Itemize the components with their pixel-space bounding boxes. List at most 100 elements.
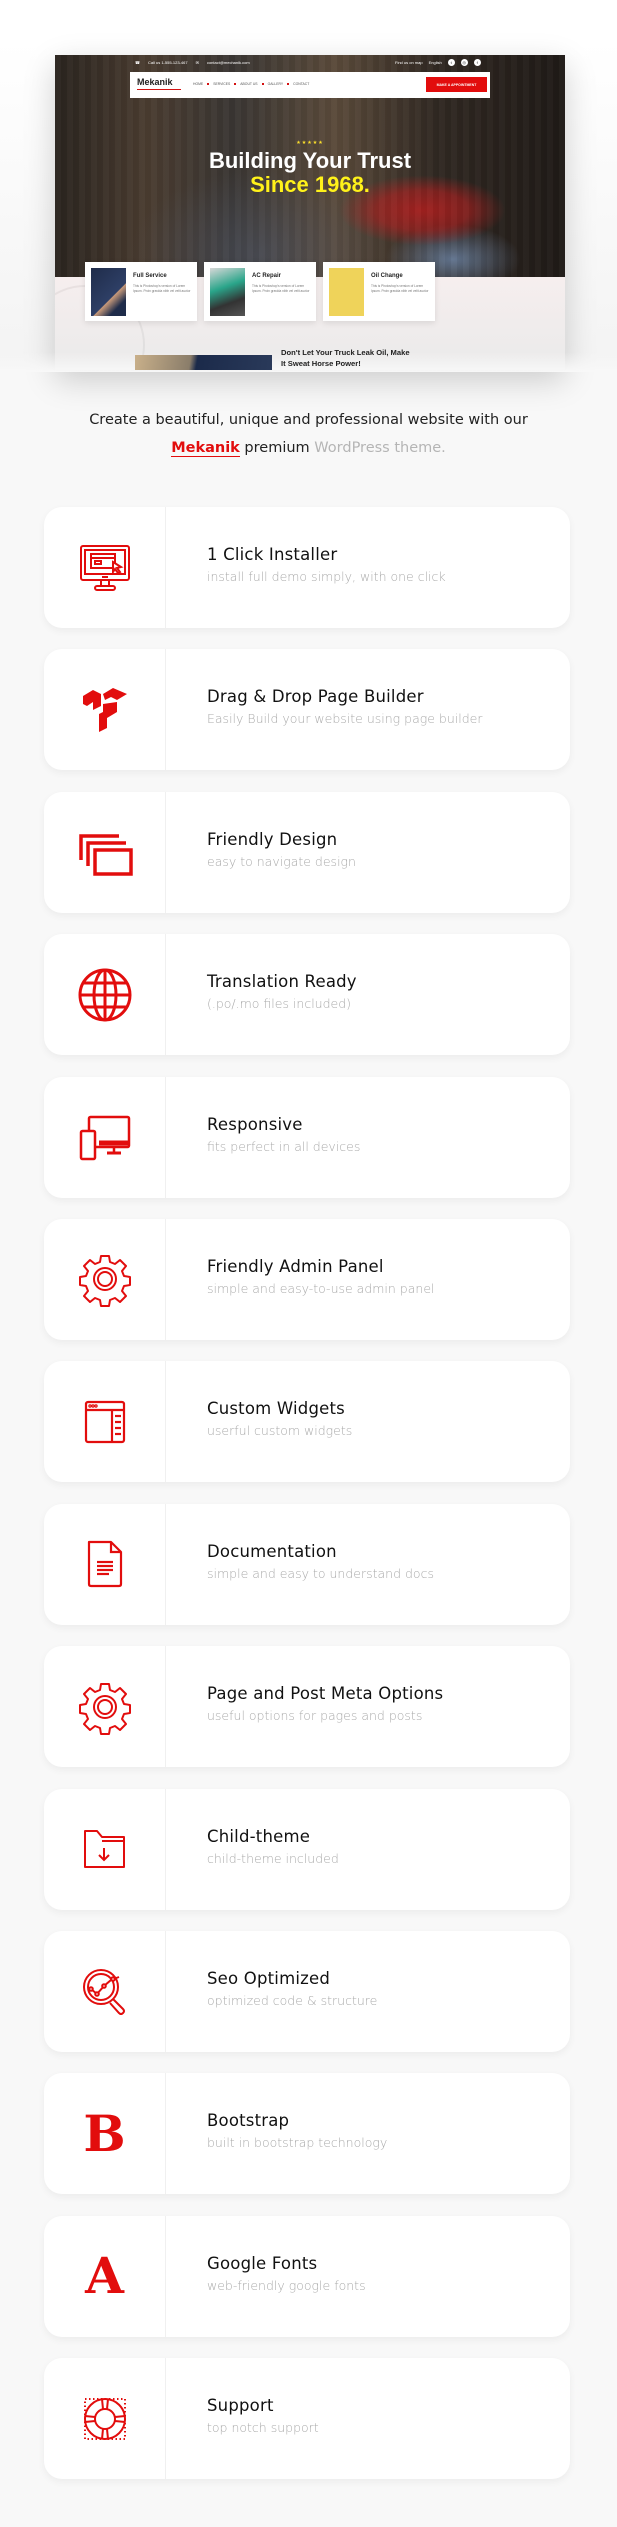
feature-icon-cell <box>44 649 166 771</box>
service-thumbnail-oil <box>329 268 364 316</box>
make-appointment-button[interactable]: MAKE A APPOINTMENT <box>426 77 487 92</box>
feature-desc: userful custom widgets <box>207 1423 353 1439</box>
feature-card: B Bootstrap built in bootstrap technolog… <box>44 2073 570 2195</box>
preview-topbar: ☎ Call us 1-555-123-467 ✉ contact@mechan… <box>55 55 565 69</box>
intro-text: Create a beautiful, unique and professio… <box>0 410 617 458</box>
service-card[interactable]: Oil Change This is Photoshop's version o… <box>323 262 435 321</box>
feature-title: Page and Post Meta Options <box>207 1684 444 1704</box>
feature-desc: built in bootstrap technology <box>207 2135 388 2151</box>
hero-title: Building Your Trust <box>208 148 412 173</box>
feature-icon-cell <box>44 934 166 1056</box>
preview-email: contact@mechanik.com <box>206 59 250 65</box>
feature-icon-cell <box>44 1646 166 1768</box>
intro-line-1: Create a beautiful, unique and professio… <box>89 412 528 428</box>
brand-link[interactable]: Mekanik <box>171 440 240 457</box>
feature-desc: fits perfect in all devices <box>207 1138 361 1154</box>
feature-title: Friendly Admin Panel <box>207 1256 384 1276</box>
nav-separator <box>234 83 237 85</box>
folder-download-icon <box>83 1830 125 1869</box>
preview-language[interactable]: English <box>429 60 442 65</box>
nav-link-contact[interactable]: CONTACT <box>293 82 309 86</box>
feature-desc: Easily Build your website using page bui… <box>207 711 483 727</box>
bootstrap-icon: B <box>83 2103 126 2163</box>
feature-card: Friendly Design easy to navigate design <box>44 791 570 913</box>
feature-icon-cell <box>44 1930 166 2052</box>
nav-link-about[interactable]: ABOUT US <box>240 82 257 86</box>
feature-title: Translation Ready <box>207 972 357 992</box>
widget-window-icon <box>84 1400 125 1443</box>
service-card[interactable]: Full Service This is Photoshop's version… <box>85 262 197 321</box>
service-title: AC Repair <box>252 273 282 279</box>
stacked-windows-icon <box>78 834 133 877</box>
feature-card: Page and Post Meta Options useful option… <box>44 1646 570 1768</box>
feature-icon-cell <box>44 1503 166 1625</box>
feature-title: Google Fonts <box>207 2253 318 2273</box>
feature-desc: child-theme included <box>207 1850 339 1866</box>
feature-icon-cell <box>44 1361 166 1483</box>
feature-desc: web-friendly google fonts <box>207 2277 366 2293</box>
nav-link-home[interactable]: HOME <box>193 82 203 86</box>
feature-title: Drag & Drop Page Builder <box>207 687 424 707</box>
feature-icon-cell: A <box>44 2215 166 2337</box>
nav-separator <box>287 83 290 85</box>
feature-desc: top notch support <box>207 2420 319 2436</box>
nav-link-gallery[interactable]: GALLERY <box>268 82 284 86</box>
service-text: This is Photoshop's version of Lorem Ips… <box>133 284 191 293</box>
feature-title: Custom Widgets <box>207 1399 345 1419</box>
gear-icon <box>78 1255 131 1308</box>
feature-desc: (.po/.mo files included) <box>207 996 352 1012</box>
feature-title: Documentation <box>207 1541 337 1561</box>
service-text: This is Photoshop's version of Lorem Ips… <box>252 284 310 293</box>
preview-logo[interactable]: Mekanik <box>137 77 181 90</box>
preview-map-link[interactable]: Find us on map <box>395 60 423 65</box>
preview-navbar: Mekanik HOME SERVICES ABOUT US GALLERY C… <box>130 72 490 98</box>
nav-separator <box>207 83 210 85</box>
feature-card: Responsive fits perfect in all devices <box>44 1076 570 1198</box>
service-text: This is Photoshop's version of Lorem Ips… <box>371 284 429 293</box>
feature-title: Responsive <box>207 1114 303 1134</box>
mail-icon: ✉ <box>195 59 199 65</box>
feature-icon-cell <box>44 1076 166 1198</box>
preview-phone: Call us 1-555-123-467 <box>147 59 188 65</box>
service-title: Full Service <box>133 273 167 279</box>
feature-card: Translation Ready (.po/.mo files include… <box>44 934 570 1056</box>
facebook-icon[interactable]: f <box>473 58 481 66</box>
feature-desc: install full demo simply, with one click <box>207 569 446 584</box>
service-thumbnail-mechanic <box>210 268 245 316</box>
blog-post-image <box>135 355 272 370</box>
feature-icon-cell: B <box>44 2073 166 2195</box>
seo-magnifier-icon <box>82 1969 125 2016</box>
feature-card: 1 Click Installer install full demo simp… <box>44 507 570 628</box>
feature-card: Seo Optimized optimized code & structure <box>44 1930 570 2052</box>
feature-card: A Google Fonts web-friendly google fonts <box>44 2215 570 2337</box>
document-icon <box>87 1541 122 1588</box>
feature-title: 1 Click Installer <box>207 545 338 564</box>
feature-icon-cell <box>44 507 166 628</box>
feature-card: Child-theme child-theme included <box>44 1788 570 1910</box>
gear-icon <box>78 1682 131 1735</box>
feature-icon-cell <box>44 1788 166 1910</box>
feature-card: Drag & Drop Page Builder Easily Build yo… <box>44 649 570 771</box>
page-builder-icon <box>82 687 127 732</box>
feature-card: Documentation simple and easy to underst… <box>44 1503 570 1625</box>
feature-list: 1 Click Installer install full demo simp… <box>44 507 570 2500</box>
service-card[interactable]: AC Repair This is Photoshop's version of… <box>204 262 316 321</box>
nav-link-services[interactable]: SERVICES <box>213 82 230 86</box>
feature-icon-cell <box>44 2358 166 2480</box>
feature-desc: useful options for pages and posts <box>207 1708 423 1724</box>
feature-card: Support top notch support <box>44 2358 570 2480</box>
theme-preview-section: ☎ Call us 1-555-123-467 ✉ contact@mechan… <box>0 0 617 372</box>
feature-icon-cell <box>44 791 166 913</box>
dribbble-icon[interactable]: ◎ <box>460 58 468 66</box>
phone-icon: ☎ <box>135 59 140 65</box>
devices-icon <box>79 1115 130 1161</box>
blog-post-title[interactable]: Don't Let Your Truck Leak Oil, Make It S… <box>281 347 411 369</box>
twitter-icon[interactable]: t <box>447 58 455 66</box>
google-fonts-icon: A <box>85 2246 124 2306</box>
theme-preview-screenshot: ☎ Call us 1-555-123-467 ✉ contact@mechan… <box>55 55 565 370</box>
feature-desc: simple and easy to understand docs <box>207 1565 434 1581</box>
hero-subtitle: Since 1968. <box>250 172 370 197</box>
globe-icon <box>78 968 131 1022</box>
intro-line-2: Mekanik premium WordPress theme. <box>0 438 617 458</box>
service-title: Oil Change <box>371 273 403 279</box>
